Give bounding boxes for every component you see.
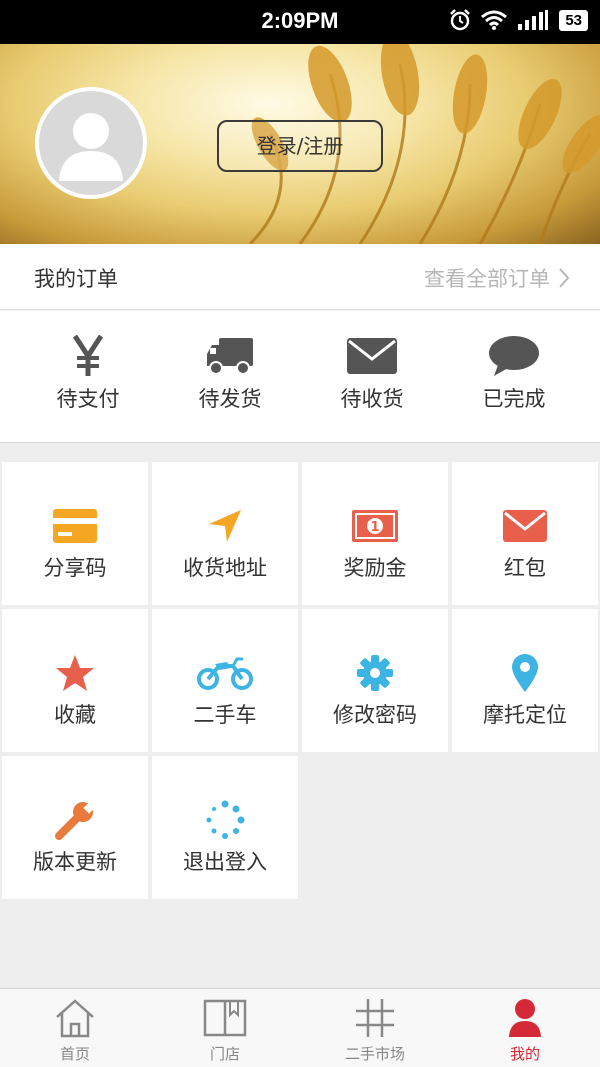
grid-item-reward[interactable]: 1 奖励金 bbox=[302, 462, 448, 605]
card-icon bbox=[53, 509, 97, 543]
status-bar: 2:09PM 53 bbox=[0, 0, 600, 44]
envelope-icon bbox=[503, 510, 547, 542]
navigation-arrow-icon bbox=[209, 510, 241, 542]
order-item-label: 待收货 bbox=[340, 387, 404, 411]
default-user-icon bbox=[59, 113, 123, 181]
order-pending-receipt[interactable]: 待收货 bbox=[301, 311, 443, 442]
orders-title: 我的订单 bbox=[34, 267, 118, 291]
signal-icon bbox=[518, 10, 549, 30]
grid-item-change-password[interactable]: 修改密码 bbox=[302, 609, 448, 752]
avatar[interactable] bbox=[35, 87, 147, 199]
gear-icon bbox=[357, 655, 393, 691]
order-pending-shipment[interactable]: 待发货 bbox=[159, 311, 301, 442]
wifi-icon bbox=[481, 10, 508, 30]
user-icon bbox=[509, 999, 541, 1037]
grid-item-share-code[interactable]: 分享码 bbox=[2, 462, 148, 605]
grid-item-used-car[interactable]: 二手车 bbox=[152, 609, 298, 752]
view-all-orders-label: 查看全部订单 bbox=[424, 267, 550, 291]
grid-item-favorites[interactable]: 收藏 bbox=[2, 609, 148, 752]
bottom-tab-bar: 首页 门店 二手市场 我的 bbox=[0, 988, 600, 1067]
login-register-button[interactable]: 登录/注册 bbox=[217, 120, 383, 172]
banknote-icon: 1 bbox=[352, 510, 398, 542]
tab-label: 二手市场 bbox=[344, 1045, 405, 1063]
tab-label: 我的 bbox=[509, 1045, 540, 1063]
order-item-label: 待发货 bbox=[198, 387, 262, 411]
grid-item-label: 摩托定位 bbox=[483, 703, 567, 727]
battery-indicator: 53 bbox=[559, 9, 588, 31]
order-completed[interactable]: 已完成 bbox=[443, 311, 585, 442]
orders-header: 我的订单 查看全部订单 bbox=[0, 244, 600, 310]
tab-store[interactable]: 门店 bbox=[150, 989, 300, 1067]
tab-mine[interactable]: 我的 bbox=[450, 989, 600, 1067]
grid-item-label: 二手车 bbox=[193, 703, 257, 727]
grid-item-label: 分享码 bbox=[43, 556, 107, 580]
order-status-row: 待支付 待发货 待收货 已完成 bbox=[0, 311, 600, 443]
grid-item-label: 收藏 bbox=[54, 703, 96, 727]
profile-banner: 登录/注册 bbox=[0, 44, 600, 244]
tab-home[interactable]: 首页 bbox=[0, 989, 150, 1067]
order-item-label: 待支付 bbox=[56, 387, 120, 411]
order-pending-payment[interactable]: 待支付 bbox=[17, 311, 159, 442]
chevron-right-icon bbox=[559, 268, 570, 288]
svg-text:1: 1 bbox=[370, 520, 379, 535]
grid-item-label: 版本更新 bbox=[33, 850, 117, 874]
tab-label: 首页 bbox=[59, 1045, 90, 1063]
location-pin-icon bbox=[512, 654, 538, 692]
tab-used-market[interactable]: 二手市场 bbox=[300, 989, 450, 1067]
envelope-icon bbox=[347, 338, 397, 374]
status-icons: 53 bbox=[449, 9, 588, 31]
yen-icon bbox=[72, 334, 104, 376]
grid-item-shipping-address[interactable]: 收货地址 bbox=[152, 462, 298, 605]
grid-item-red-packet[interactable]: 红包 bbox=[452, 462, 598, 605]
truck-icon bbox=[207, 338, 253, 375]
view-all-orders-link[interactable]: 查看全部订单 bbox=[424, 263, 570, 293]
grid-item-label: 收货地址 bbox=[183, 556, 267, 580]
grid-hash-icon bbox=[356, 999, 394, 1037]
tab-label: 门店 bbox=[209, 1045, 240, 1063]
alarm-icon bbox=[450, 9, 471, 31]
grid-item-label: 红包 bbox=[504, 556, 546, 580]
star-icon bbox=[56, 655, 94, 691]
grid-item-motorcycle-location[interactable]: 摩托定位 bbox=[452, 609, 598, 752]
book-icon bbox=[203, 999, 247, 1037]
order-item-label: 已完成 bbox=[482, 387, 546, 411]
chat-bubble-icon bbox=[489, 336, 539, 376]
loading-dots-icon bbox=[206, 800, 245, 839]
grid-item-label: 退出登入 bbox=[183, 850, 267, 874]
home-icon bbox=[56, 999, 94, 1038]
grid-item-logout[interactable]: 退出登入 bbox=[152, 756, 298, 899]
wrench-icon bbox=[55, 802, 95, 840]
grid-item-label: 奖励金 bbox=[343, 556, 407, 580]
motorcycle-icon bbox=[197, 657, 253, 690]
grid-item-label: 修改密码 bbox=[333, 703, 417, 727]
grid-item-version-update[interactable]: 版本更新 bbox=[2, 756, 148, 899]
